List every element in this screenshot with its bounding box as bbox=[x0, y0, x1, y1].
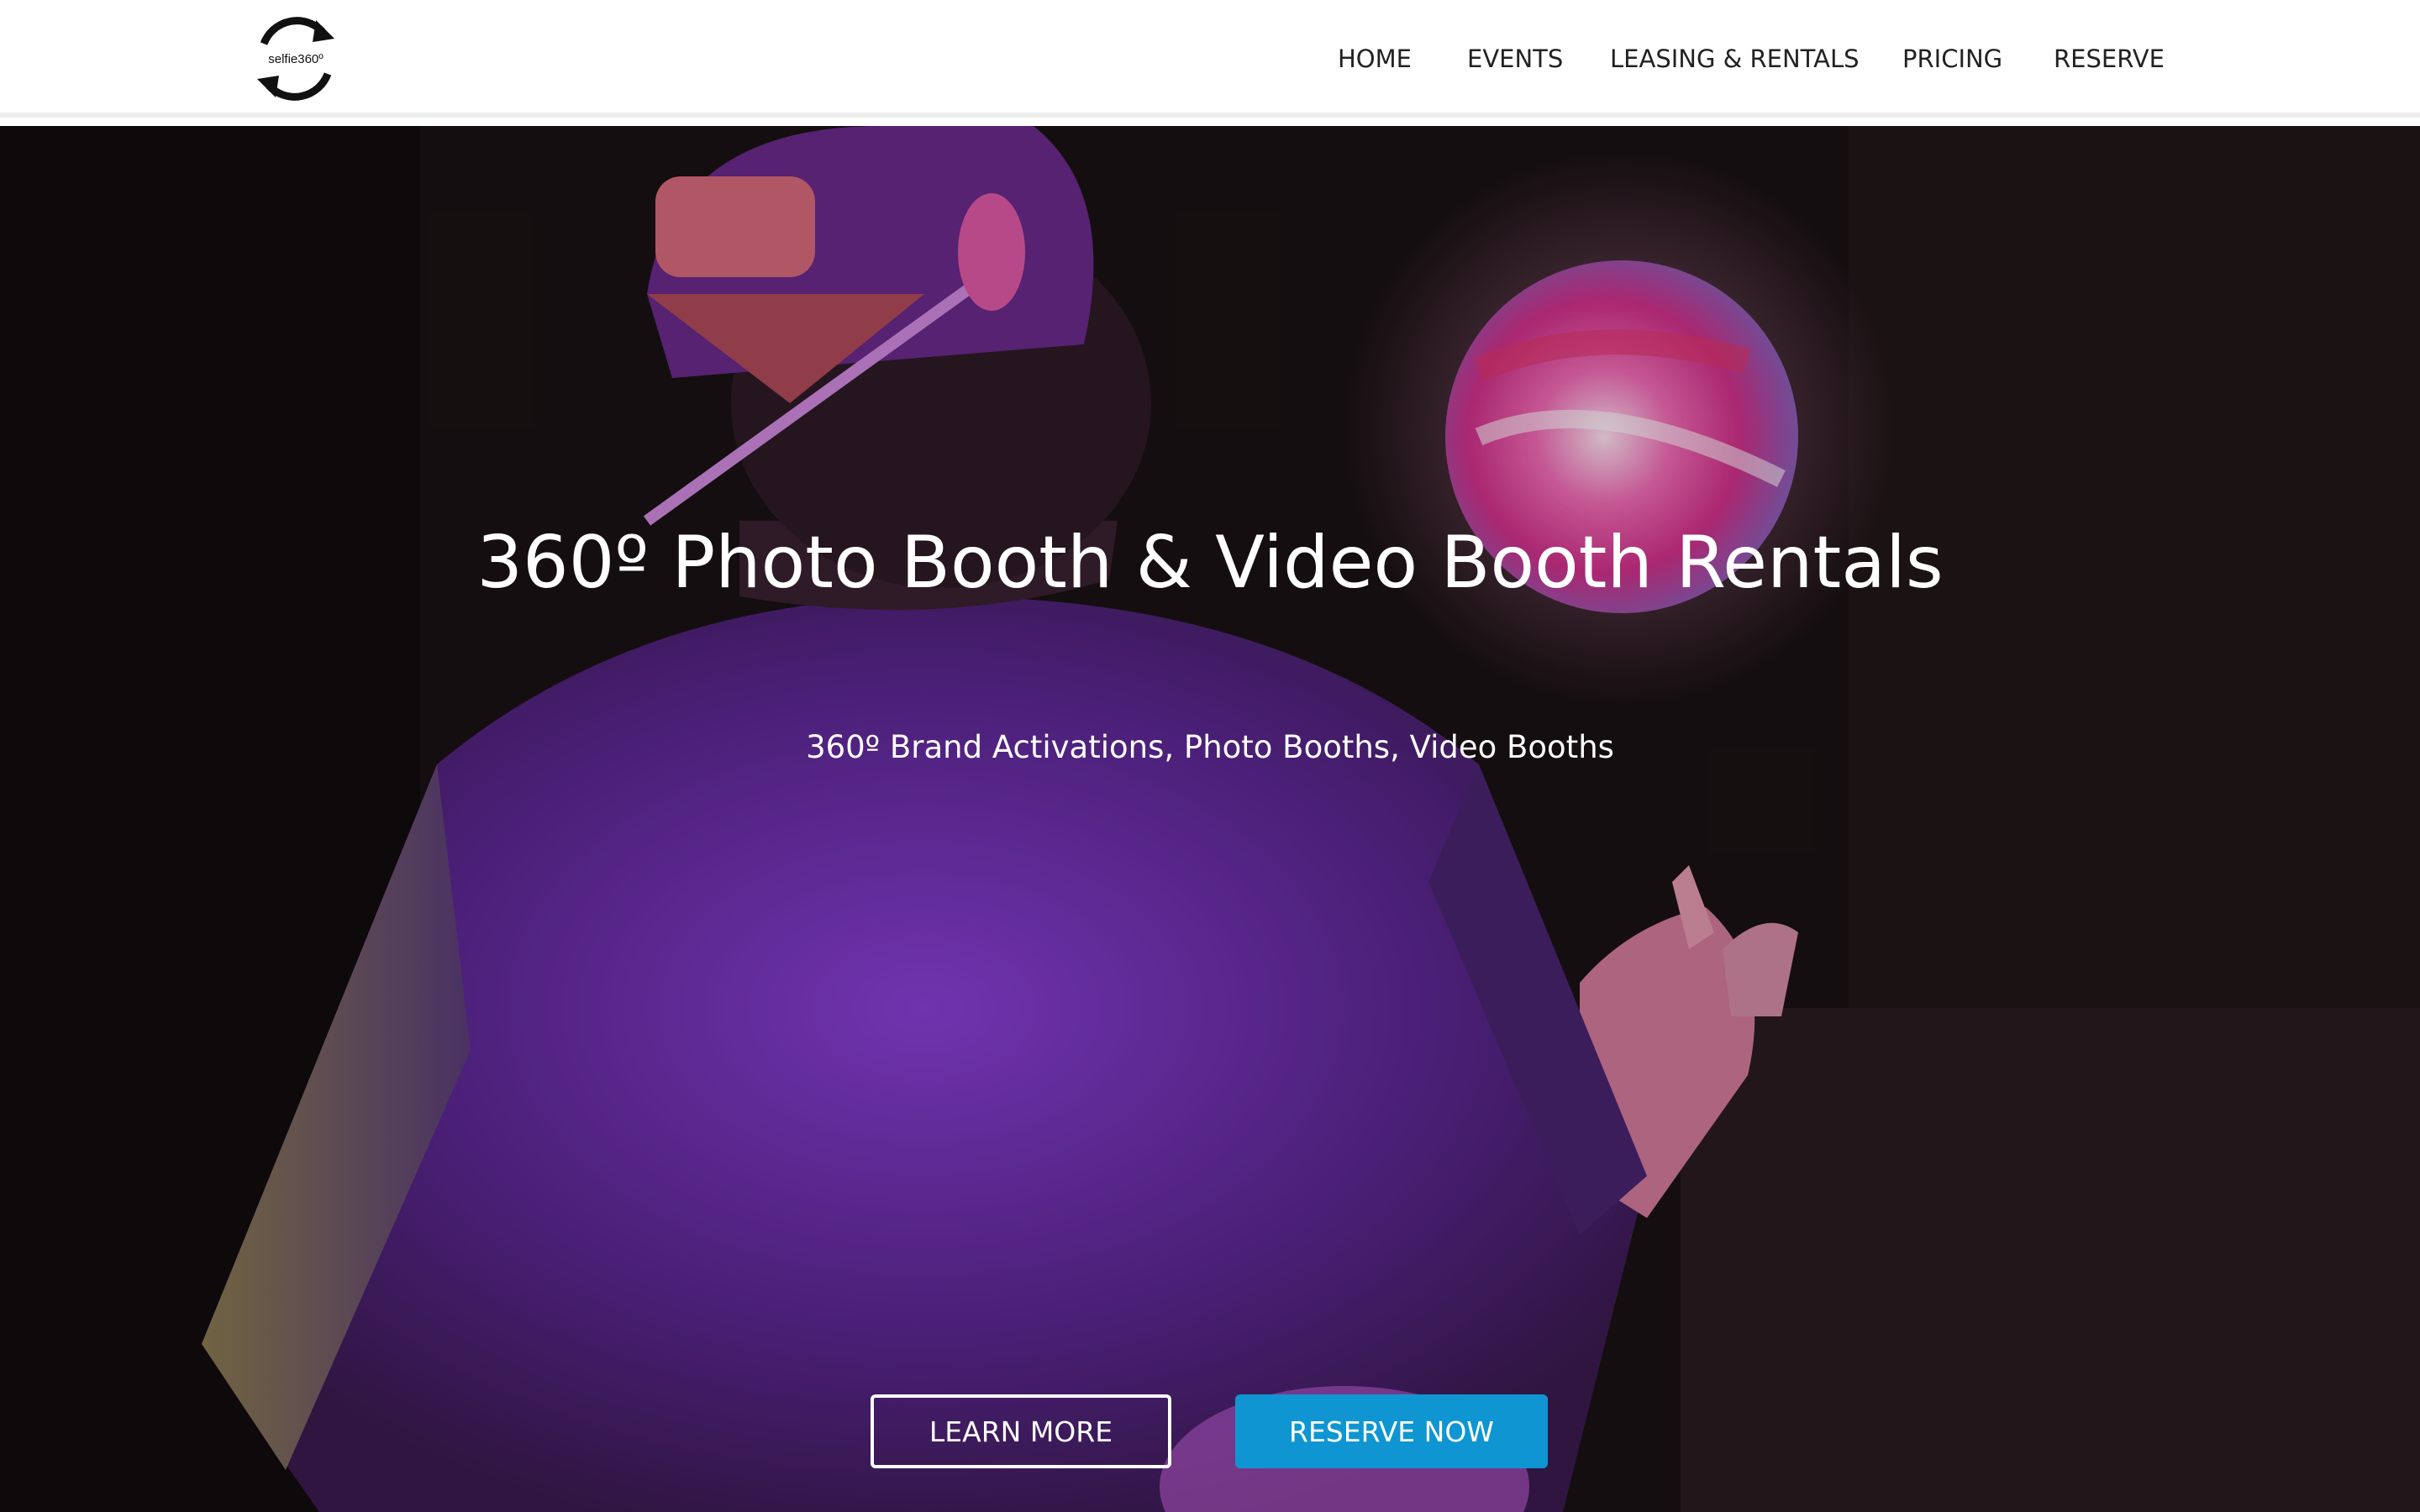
nav-leasing-rentals[interactable]: LEASING & RENTALS bbox=[1610, 37, 1860, 81]
nav-home[interactable]: HOME bbox=[1338, 37, 1412, 81]
nav-pricing[interactable]: PRICING bbox=[1902, 37, 2002, 81]
hero-title: 360º Photo Booth & Video Booth Rentals bbox=[476, 521, 1944, 605]
hero-overlay bbox=[0, 126, 2420, 1512]
nav-events[interactable]: EVENTS bbox=[1467, 37, 1563, 81]
hero-subtitle: 360º Brand Activations, Photo Booths, Vi… bbox=[806, 729, 1614, 765]
main-nav: HOME EVENTS LEASING & RENTALS PRICING RE… bbox=[0, 37, 2420, 81]
reserve-now-button[interactable]: RESERVE NOW bbox=[1235, 1394, 1548, 1468]
hero-section: 360º Photo Booth & Video Booth Rentals 3… bbox=[0, 126, 2420, 1512]
nav-reserve[interactable]: RESERVE bbox=[2054, 37, 2165, 81]
site-header: selfie360º HOME EVENTS LEASING & RENTALS… bbox=[0, 0, 2420, 118]
learn-more-button[interactable]: LEARN MORE bbox=[871, 1394, 1171, 1468]
